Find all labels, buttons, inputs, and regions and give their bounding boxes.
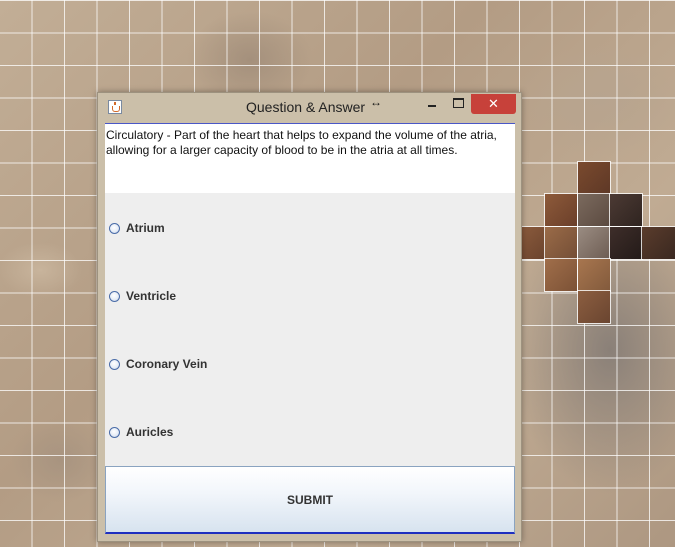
question-text: Circulatory - Part of the heart that hel…: [105, 124, 515, 193]
option-auricles[interactable]: Auricles: [109, 423, 173, 441]
map-tile: [544, 258, 578, 292]
submit-button[interactable]: SUBMIT: [105, 466, 515, 534]
radio-button[interactable]: [109, 358, 120, 370]
map-tile: [544, 226, 578, 260]
map-tile: [577, 161, 611, 195]
close-icon: ✕: [488, 96, 499, 111]
map-tile: [577, 193, 611, 227]
maximize-button[interactable]: [448, 94, 470, 114]
map-tile: [577, 258, 611, 292]
option-atrium[interactable]: Atrium: [109, 219, 165, 237]
option-label: Coronary Vein: [126, 357, 208, 371]
title-bar[interactable]: Question & Answer ↔ ✕: [98, 93, 521, 123]
map-tile: [609, 226, 643, 260]
map-tile: [577, 226, 611, 260]
radio-button[interactable]: [109, 290, 120, 302]
content-panel: Circulatory - Part of the heart that hel…: [105, 123, 515, 534]
map-tile: [577, 290, 611, 324]
map-tile: [544, 193, 578, 227]
resize-cursor-icon: ↔: [370, 95, 382, 109]
map-tile: [641, 226, 675, 260]
java-app-icon: [108, 100, 122, 114]
minimize-button[interactable]: [422, 94, 444, 114]
option-ventricle[interactable]: Ventricle: [109, 287, 176, 305]
option-label: Atrium: [126, 221, 165, 235]
question-answer-window: Question & Answer ↔ ✕ Circulatory - Part…: [97, 92, 522, 542]
option-label: Ventricle: [126, 289, 177, 303]
radio-button[interactable]: [109, 222, 120, 234]
window-title: Question & Answer: [246, 99, 366, 115]
map-tile: [609, 193, 643, 227]
radio-button[interactable]: [109, 426, 120, 438]
option-label: Auricles: [126, 425, 174, 439]
option-coronary-vein[interactable]: Coronary Vein: [109, 355, 207, 373]
map-tile: [521, 226, 547, 260]
close-button[interactable]: ✕: [471, 94, 516, 114]
